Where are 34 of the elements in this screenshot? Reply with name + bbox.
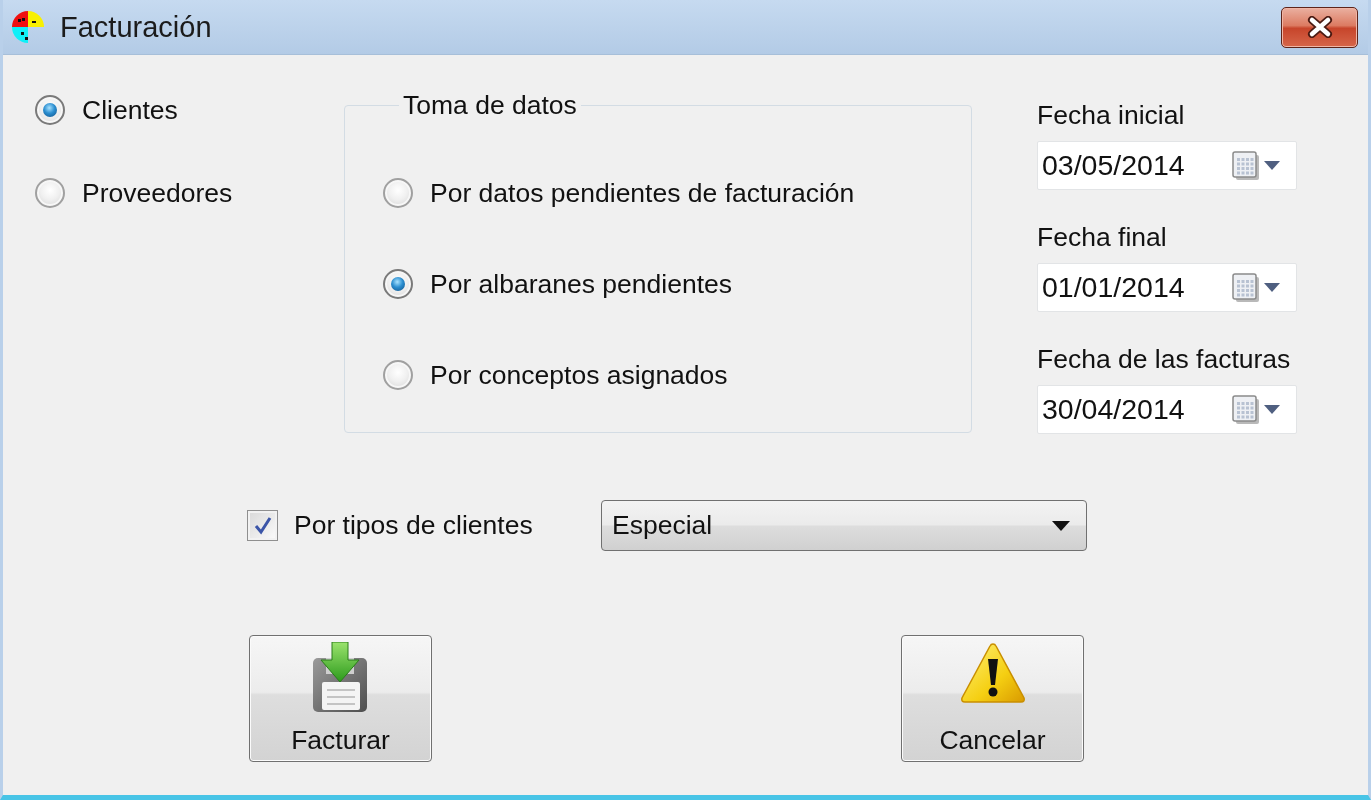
calendar-icon[interactable] (1232, 272, 1260, 303)
radio-button[interactable] (383, 269, 413, 299)
radio-label: Por albaranes pendientes (430, 268, 733, 300)
caret-icon[interactable] (1264, 161, 1280, 170)
field-label: Fecha inicial (1037, 100, 1186, 130)
invoice-button[interactable]: Facturar (249, 635, 432, 762)
close-button[interactable] (1281, 6, 1358, 48)
caret-icon[interactable] (1264, 405, 1280, 414)
caret-icon (1052, 520, 1070, 531)
checkbox[interactable] (247, 510, 278, 541)
radio-label: Clientes (82, 94, 178, 126)
radio-button[interactable] (35, 178, 65, 208)
warning-icon (959, 642, 1026, 704)
calendar-icon[interactable] (1232, 150, 1260, 181)
field-label: Fecha de las facturas (1037, 344, 1292, 374)
radio-button[interactable] (383, 178, 413, 208)
window-title: Facturación (60, 10, 212, 44)
date-field[interactable]: 30/04/2014 (1037, 385, 1297, 434)
date-field[interactable]: 01/01/2014 (1037, 263, 1297, 312)
pie-icon (9, 8, 47, 46)
date-field[interactable]: 03/05/2014 (1037, 141, 1297, 190)
radio-label: Por conceptos asignados (430, 359, 728, 391)
calendar-icon[interactable] (1232, 394, 1260, 425)
check-icon (252, 515, 273, 536)
radio-label: Proveedores (82, 177, 233, 209)
caret-icon[interactable] (1264, 283, 1280, 292)
group-title: Toma de datos (402, 90, 578, 120)
radio-label: Por datos pendientes de facturación (430, 177, 855, 209)
field-label: Fecha final (1037, 222, 1168, 252)
cancel-button[interactable]: Cancelar (901, 635, 1084, 762)
checkbox-label: Por tipos de clientes (294, 510, 533, 541)
radio-button[interactable] (35, 95, 65, 125)
dropdown[interactable]: Especial (601, 500, 1087, 551)
radio-button[interactable] (383, 360, 413, 390)
